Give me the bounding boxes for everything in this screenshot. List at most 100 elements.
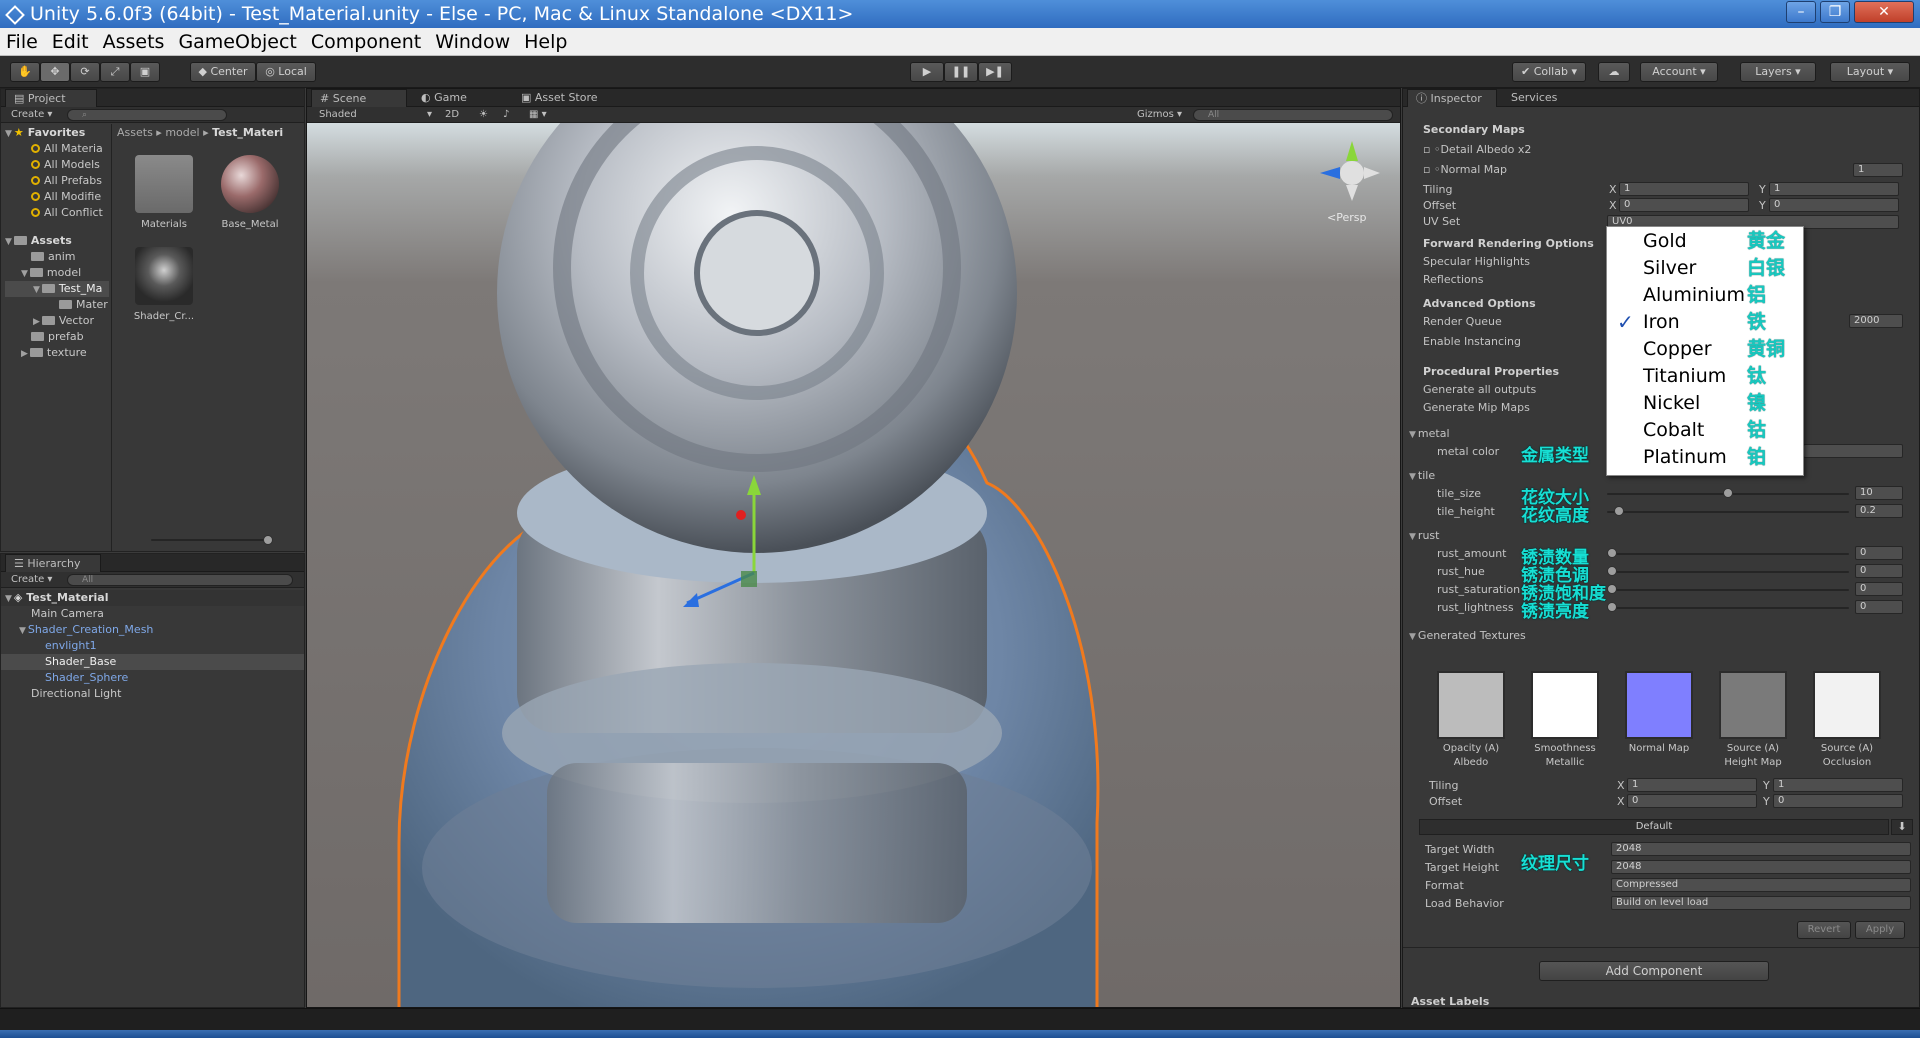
layers-dropdown[interactable]: Layers ▾ (1740, 62, 1816, 82)
menu-gameobject[interactable]: GameObject (178, 31, 296, 53)
group-metal-header[interactable]: ▼ metal (1409, 427, 1450, 440)
texture-preview-occlusion[interactable] (1813, 671, 1881, 739)
apply-button[interactable]: Apply (1855, 921, 1905, 939)
rust-amount-field[interactable]: 0 (1855, 546, 1903, 560)
menu-assets[interactable]: Assets (103, 31, 165, 53)
rust-lightness-field[interactable]: 0 (1855, 600, 1903, 614)
dropdown-item-platinum[interactable]: Platinum 铂 (1607, 444, 1803, 471)
tab-hierarchy[interactable]: ☰ Hierarchy (5, 554, 101, 572)
hierarchy-search-input[interactable]: All (67, 574, 293, 586)
menu-edit[interactable]: Edit (52, 31, 89, 53)
offset-y-field[interactable]: 0 (1769, 198, 1899, 212)
folder-item[interactable]: ▶ texture (5, 345, 109, 361)
dropdown-item-cobalt[interactable]: Cobalt 钴 (1607, 417, 1803, 444)
normal-map-row[interactable]: ▫ ◦Normal Map (1423, 163, 1507, 176)
shading-mode-dropdown[interactable]: Shaded (319, 108, 357, 122)
menu-help[interactable]: Help (524, 31, 567, 53)
pause-button[interactable]: ❚❚ (944, 62, 978, 82)
texture-preview-albedo[interactable] (1437, 671, 1505, 739)
hierarchy-item[interactable]: envlight1 (1, 638, 304, 654)
tex-tiling-x-field[interactable]: 1 (1627, 778, 1757, 792)
maximize-button[interactable]: ❐ (1820, 1, 1850, 23)
rust-hue-field[interactable]: 0 (1855, 564, 1903, 578)
thumbnail-size-knob[interactable] (263, 535, 273, 545)
detail-albedo-row[interactable]: ▫ ◦Detail Albedo x2 (1423, 143, 1531, 156)
tile-height-field[interactable]: 0.2 (1855, 504, 1903, 518)
tab-asset-store[interactable]: ▣ Asset Store (513, 89, 606, 107)
offset-x-field[interactable]: 0 (1619, 198, 1749, 212)
plane-handle[interactable] (741, 571, 757, 587)
dropdown-item-aluminium[interactable]: Aluminium 铝 (1607, 282, 1803, 309)
scene-header[interactable]: ▼ ◈ Test_Material (1, 590, 304, 606)
texture-preview-height[interactable] (1719, 671, 1787, 739)
scale-tool-button[interactable]: ⤢ (100, 62, 130, 82)
rust-lightness-knob[interactable] (1607, 602, 1617, 612)
tiling-y-field[interactable]: 1 (1769, 182, 1899, 196)
menu-file[interactable]: File (6, 31, 38, 53)
move-tool-button[interactable]: ✥ (40, 62, 70, 82)
account-dropdown[interactable]: Account ▾ (1640, 62, 1718, 82)
tex-offset-x-field[interactable]: 0 (1627, 794, 1757, 808)
tab-project[interactable]: ▤ Project (5, 89, 97, 107)
load-behavior-dropdown[interactable]: Build on level load (1611, 896, 1911, 910)
dropdown-item-titanium[interactable]: Titanium 钛 (1607, 363, 1803, 390)
hierarchy-item[interactable]: Shader_Sphere (1, 670, 304, 686)
favorite-item[interactable]: All Conflict (5, 205, 109, 221)
tex-tiling-y-field[interactable]: 1 (1773, 778, 1903, 792)
rust-lightness-slider[interactable] (1607, 607, 1849, 609)
thumbnail-size-slider[interactable] (151, 539, 271, 541)
folder-thumbnail-icon[interactable] (135, 155, 193, 213)
favorite-item[interactable]: All Prefabs (5, 173, 109, 189)
lighting-toggle-icon[interactable]: ☀ (479, 108, 488, 122)
favorite-item[interactable]: All Materia (5, 141, 109, 157)
breadcrumb-item[interactable]: Assets (117, 126, 153, 139)
tile-height-knob[interactable] (1614, 506, 1625, 516)
play-button[interactable]: ▶ (910, 62, 944, 82)
assets-header[interactable]: ▼ Assets (5, 233, 109, 249)
tab-inspector[interactable]: ⓘ Inspector (1407, 89, 1497, 107)
tile-size-knob[interactable] (1723, 488, 1733, 498)
dropdown-item-copper[interactable]: Copper 黄铜 (1607, 336, 1803, 363)
hierarchy-item[interactable]: Main Camera (1, 606, 304, 622)
texture-preview-metallic[interactable] (1531, 671, 1599, 739)
tiling-x-field[interactable]: 1 (1619, 182, 1749, 196)
breadcrumb-current[interactable]: Test_Materi (212, 126, 283, 139)
rust-amount-knob[interactable] (1607, 548, 1617, 558)
dropdown-item-gold[interactable]: Gold 黄金 (1607, 228, 1803, 255)
format-dropdown[interactable]: Compressed (1611, 878, 1911, 892)
x-axis-handle[interactable] (736, 510, 746, 520)
folder-item[interactable]: Mater (5, 297, 109, 313)
minimize-button[interactable]: – (1786, 1, 1816, 23)
shader-asset-icon[interactable] (135, 247, 193, 305)
tex-offset-y-field[interactable]: 0 (1773, 794, 1903, 808)
group-tile-header[interactable]: ▼ tile (1409, 469, 1435, 482)
pivot-local-toggle[interactable]: ◎ Local (256, 62, 316, 82)
folder-item[interactable]: ▶ Vector (5, 313, 109, 329)
dropdown-item-iron[interactable]: ✓ Iron 铁 (1607, 309, 1803, 336)
cloud-button[interactable]: ☁ (1598, 62, 1630, 82)
generated-textures-header[interactable]: ▼ Generated Textures (1409, 629, 1526, 642)
render-queue-field[interactable]: 2000 (1849, 314, 1903, 328)
texture-preview-normal[interactable] (1625, 671, 1693, 739)
dropdown-item-silver[interactable]: Silver 白银 (1607, 255, 1803, 282)
rust-hue-slider[interactable] (1607, 571, 1849, 573)
step-button[interactable]: ▶❚ (978, 62, 1012, 82)
scene-search-input[interactable]: All (1193, 109, 1393, 121)
close-button[interactable]: ✕ (1854, 1, 1914, 23)
tab-scene[interactable]: # Scene (311, 89, 407, 107)
menu-component[interactable]: Component (311, 31, 421, 53)
hierarchy-item[interactable]: ▼ Shader_Creation_Mesh (1, 622, 304, 638)
favorite-item[interactable]: All Modifie (5, 189, 109, 205)
collab-dropdown[interactable]: ✔ Collab ▾ (1512, 62, 1586, 82)
group-rust-header[interactable]: ▼ rust (1409, 529, 1439, 542)
folder-item[interactable]: prefab (5, 329, 109, 345)
revert-button[interactable]: Revert (1797, 921, 1851, 939)
hierarchy-create-dropdown[interactable]: Create ▾ (11, 573, 52, 587)
favorites-header[interactable]: ▼ ★ Favorites (5, 125, 109, 141)
audio-toggle-icon[interactable]: ♪ (503, 108, 509, 122)
folder-item[interactable]: anim (5, 249, 109, 265)
hierarchy-item-selected[interactable]: Shader_Base (1, 654, 304, 670)
favorite-item[interactable]: All Models (5, 157, 109, 173)
pivot-center-toggle[interactable]: ◆ Center (190, 62, 256, 82)
menu-window[interactable]: Window (435, 31, 510, 53)
